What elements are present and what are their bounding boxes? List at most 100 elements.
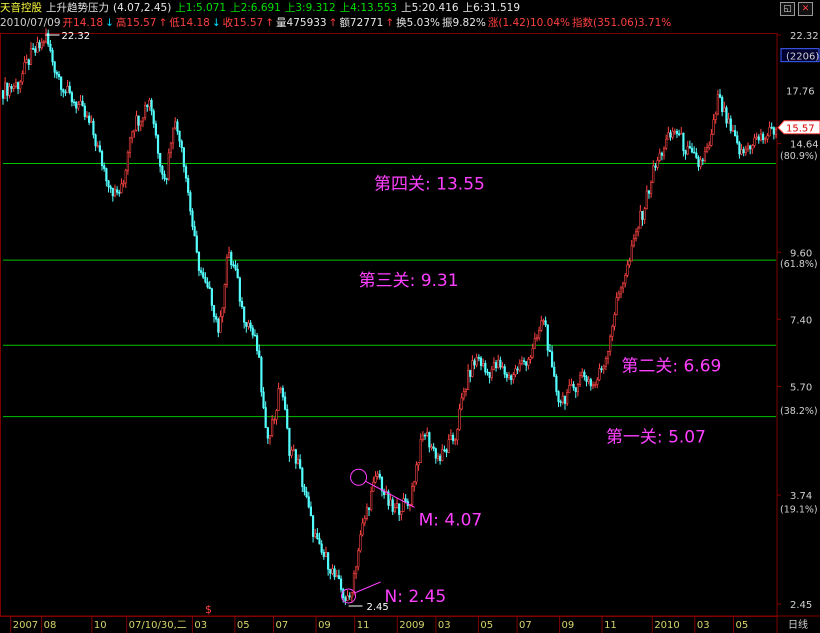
candle-body [10,86,13,89]
candle-body [206,281,209,288]
candle-body [85,115,89,118]
candle-body [436,455,440,459]
candle-body [4,82,7,99]
candle-body [594,384,597,386]
candle-body [303,486,306,493]
candle-body [766,135,769,140]
candle-body [277,388,280,411]
candle-body [654,165,657,168]
candle-body [163,174,166,179]
candle-body [505,373,508,378]
candle-body [72,101,76,104]
x-tick-label: 07 [519,620,532,631]
candle-body [305,491,308,498]
chart-window: 天音控股 上升趋势压力 (4.07,2.45) 上1:5.071 上2:6.691 上3:… [0,0,820,633]
high-label: 22.32 [62,31,91,42]
candle-body [124,169,127,184]
candle-body [395,503,399,508]
candle-body [660,152,663,156]
candle-body [68,85,71,93]
candle-body [516,368,519,371]
y-tick-label: 3.74 [790,491,812,502]
candle-body [253,334,257,337]
candle-body [477,357,480,359]
candle-body [240,301,244,308]
y-tick-label: 22.32 [790,31,819,42]
level-label: 第四关: 13.55 [374,174,485,194]
candle-body [167,152,170,180]
candle-body [294,449,297,464]
candle-body [527,359,530,366]
candle-body [359,534,362,552]
candle-body [439,455,442,461]
candle-body [628,260,631,266]
axis-badge: 15.57 [786,124,815,135]
candle-body [320,543,323,553]
candle-body [193,226,196,237]
candle-body [107,180,110,188]
candle-body [227,252,231,258]
candle-body [189,192,192,212]
candle-body [634,231,638,240]
candle-body [296,459,300,464]
x-tick-label: 09 [318,620,331,631]
candle-body [430,446,433,449]
candle-body [443,449,446,451]
candle-body [60,76,63,90]
candle-body [311,515,315,537]
candle-body [141,117,145,122]
candle-body [98,145,101,152]
candle-body [764,138,767,141]
candle-body [339,578,343,590]
candle-body [225,257,229,285]
candle-body [656,160,659,168]
candle-body [329,568,332,574]
candle-body [75,101,78,109]
candle-body [639,210,642,229]
candle-body [42,41,46,44]
candle-body [290,449,293,456]
candle-body [286,408,289,429]
candle-body [759,133,763,141]
candle-body [51,50,54,63]
candle-body [611,326,614,337]
candle-body [191,210,194,227]
candle-body [249,322,252,329]
candle-body [113,189,117,197]
n-leader [354,581,381,594]
candle-body [1,90,5,99]
candle-body [520,360,524,364]
candle-body [421,434,424,440]
candle-body [669,132,672,138]
candle-body [697,157,700,167]
candle-body [199,270,203,273]
percent-label: (19.1%) [780,504,818,515]
candle-body [652,165,655,183]
candle-body [367,507,371,510]
candle-body [324,552,328,557]
candle-body [148,99,151,108]
candle-body [525,361,528,366]
candle-body [100,151,104,167]
candle-body [288,427,291,456]
candle-body [729,118,732,131]
candle-body [275,410,278,420]
candle-body [690,147,694,153]
candle-body [606,351,610,359]
x-tick-label: 10 [94,620,107,631]
percent-label: (38.2%) [780,406,818,417]
candle-body [236,268,239,279]
candle-body [292,449,295,451]
candle-body [219,316,222,333]
candle-body [548,349,552,352]
candle-body [622,282,625,289]
candle-body [156,134,160,154]
candle-body [686,146,689,155]
candle-body [770,126,773,129]
candle-body [643,208,646,220]
candle-body [70,92,74,103]
candle-body [146,105,149,108]
candle-body [680,132,683,135]
candle-body [40,41,43,49]
candle-body [150,99,153,112]
